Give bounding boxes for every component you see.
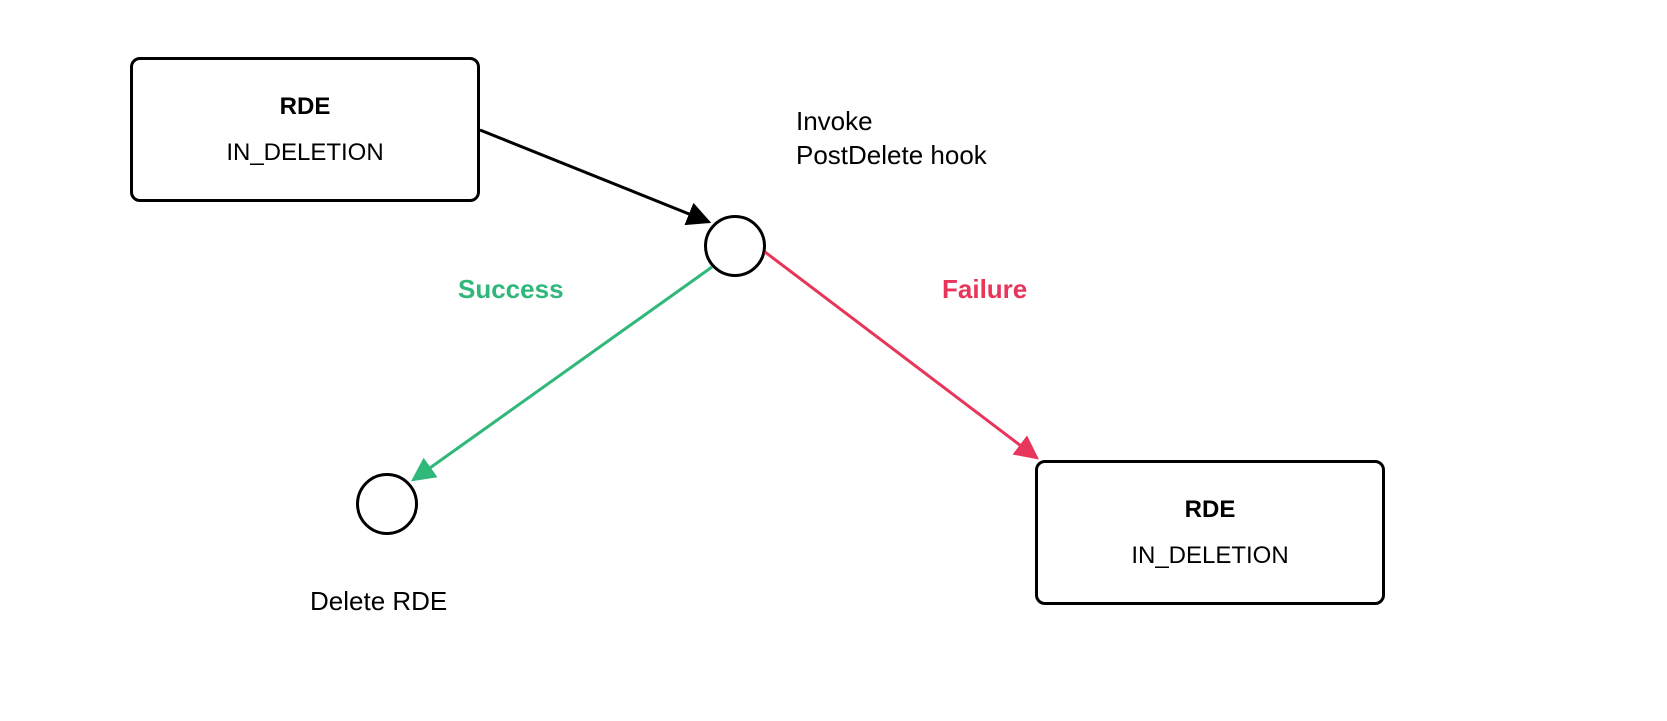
state-box-end-subtitle: IN_DELETION (1131, 542, 1288, 570)
edge-label-failure: Failure (942, 273, 1027, 307)
state-box-end: RDE IN_DELETION (1035, 460, 1385, 605)
delete-circle-node (356, 473, 418, 535)
state-box-start-title: RDE (280, 93, 331, 121)
hook-label-line2: PostDelete hook (796, 139, 987, 173)
hook-label-line1: Invoke (796, 105, 987, 139)
edge-label-success: Success (458, 273, 564, 307)
delete-label: Delete RDE (310, 585, 447, 619)
edge-start-to-hook (480, 130, 709, 222)
state-box-end-title: RDE (1185, 496, 1236, 524)
hook-circle-node (704, 215, 766, 277)
state-box-start-subtitle: IN_DELETION (226, 139, 383, 167)
hook-label: Invoke PostDelete hook (796, 105, 987, 173)
state-box-start: RDE IN_DELETION (130, 57, 480, 202)
